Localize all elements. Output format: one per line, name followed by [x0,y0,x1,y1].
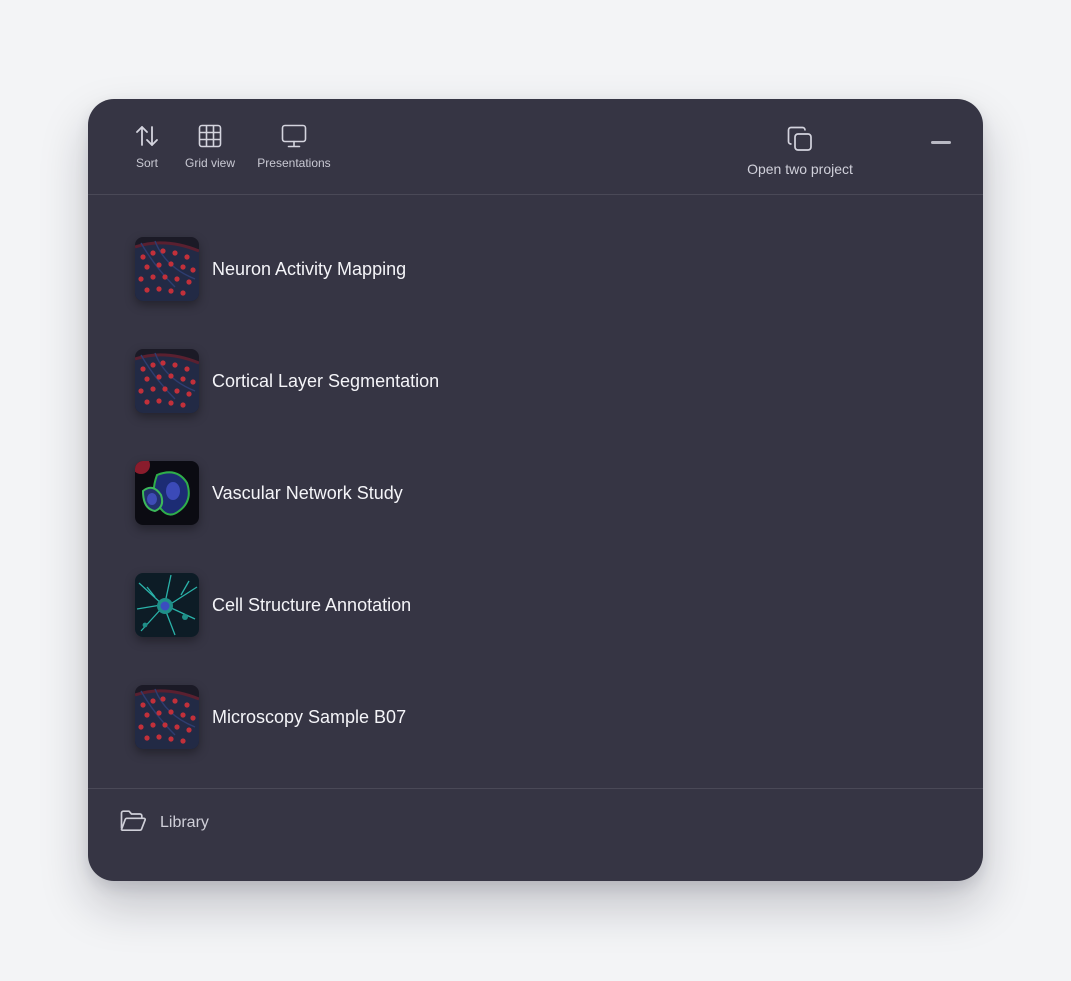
project-name: Microscopy Sample B07 [212,706,407,727]
presentations-label: Presentations [257,156,331,170]
project-name: Cell Structure Annotation [212,594,412,615]
folder-open-icon [119,808,147,839]
project-item[interactable]: Neuron Activity Mapping [135,236,635,302]
project-item[interactable]: Cell Structure Annotation [135,572,635,638]
presentations-button[interactable]: Presentations [252,123,336,170]
project-thumbnail [135,237,199,301]
library-button[interactable]: Library [119,809,209,837]
sort-button[interactable]: Sort [126,123,168,170]
project-thumbnail [135,685,199,749]
monitor-icon [280,123,308,149]
open-two-project-button[interactable]: Open two project [738,125,862,177]
project-item[interactable]: Microscopy Sample B07 [135,684,635,750]
project-thumbnail [135,573,199,637]
grid-view-label: Grid view [184,156,235,170]
project-thumbnail [135,349,199,413]
project-name: Cortical Layer Segmentation [212,370,440,391]
toolbar: Sort Grid view Presentations Open two pr… [88,99,983,195]
project-name: Vascular Network Study [212,482,403,503]
project-name: Neuron Activity Mapping [212,258,407,279]
project-thumbnail [135,461,199,525]
open-two-project-label: Open two project [747,161,853,177]
project-list: Neuron Activity Mapping Cortical Layer S… [88,196,983,788]
copy-icon [786,125,814,153]
library-label: Library [160,814,209,831]
sort-label: Sort [135,156,158,170]
minimize-button[interactable] [929,137,953,149]
sort-arrows-icon [134,123,160,149]
project-item[interactable]: Vascular Network Study [135,460,635,526]
minimize-icon [931,141,951,144]
project-item[interactable]: Cortical Layer Segmentation [135,348,635,414]
grid-view-button[interactable]: Grid view [180,123,240,170]
projects-panel: Sort Grid view Presentations Open two pr… [88,99,983,881]
footer: Library [88,788,983,881]
grid-icon [197,123,223,149]
